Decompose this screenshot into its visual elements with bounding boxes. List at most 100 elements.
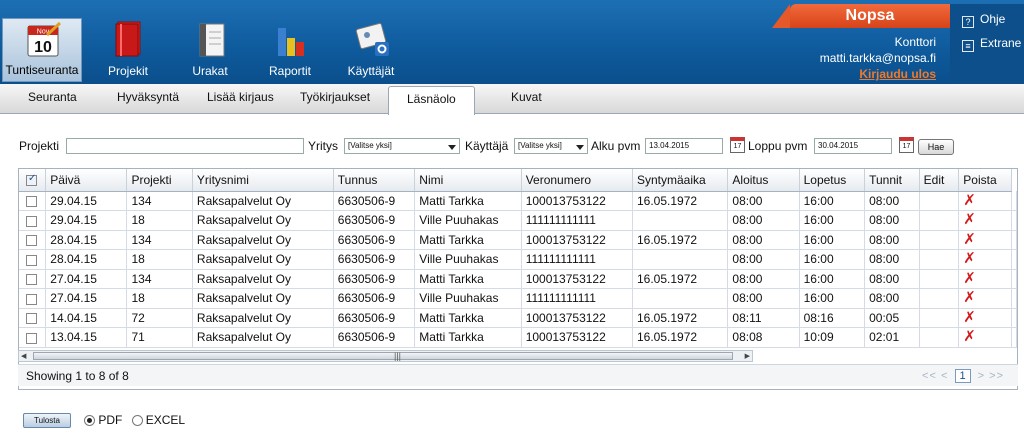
loppu-pvm-input[interactable]: 30.04.2015 <box>814 138 892 154</box>
delete-cell[interactable]: ✗ <box>958 230 1012 250</box>
nav-raportit[interactable]: Raportit <box>250 18 330 82</box>
scroll-left-icon[interactable]: ◀ <box>21 352 26 360</box>
delete-cell[interactable]: ✗ <box>958 249 1012 270</box>
kayttaja-select[interactable]: [Valitse yksi] <box>514 138 588 154</box>
tab-lasnaolo[interactable]: Läsnäolo <box>388 86 475 115</box>
table-row[interactable]: 28.04.15 134 Raksapalvelut Oy 6630506-9 Matt… <box>19 230 1017 250</box>
select-all-header[interactable] <box>19 169 47 192</box>
table-row[interactable]: 28.04.15 18 Raksapalvelut Oy 6630506-9 Ville… <box>19 249 1017 270</box>
table-header-row: Päivä Projekti Yritysnimi Tunnus Nimi Ve… <box>19 169 1017 192</box>
alku-pvm-input[interactable]: 13.04.2015 <box>645 138 723 154</box>
row-select-cell[interactable] <box>19 327 47 348</box>
row-select-cell[interactable] <box>19 288 47 309</box>
column-header[interactable]: Veronumero <box>521 169 633 192</box>
delete-cell[interactable]: ✗ <box>958 327 1012 348</box>
delete-icon[interactable]: ✗ <box>963 211 976 228</box>
edit-cell[interactable] <box>919 249 960 270</box>
delete-cell[interactable]: ✗ <box>958 269 1012 289</box>
table-row[interactable]: 29.04.15 18 Raksapalvelut Oy 6630506-9 Ville… <box>19 210 1017 231</box>
scrollbar-thumb[interactable]: ||| <box>33 351 733 361</box>
column-header[interactable]: Nimi <box>414 169 522 192</box>
delete-icon[interactable]: ✗ <box>963 289 976 306</box>
help-link[interactable]: ? Ohje <box>962 12 1005 28</box>
table-row[interactable]: 27.04.15 18 Raksapalvelut Oy 6630506-9 Ville… <box>19 288 1017 309</box>
nav-tuntiseuranta[interactable]: Nov 10 Tuntiseuranta <box>2 18 82 82</box>
table-row[interactable]: 13.04.15 71 Raksapalvelut Oy 6630506-9 Matti… <box>19 327 1017 348</box>
edit-cell[interactable] <box>919 210 960 231</box>
tab-lisaa-kirjaus[interactable]: Lisää kirjaus <box>207 90 274 104</box>
delete-icon[interactable]: ✗ <box>963 328 976 345</box>
delete-icon[interactable]: ✗ <box>963 309 976 326</box>
last-page-button[interactable]: >> <box>989 370 1004 382</box>
row-checkbox[interactable] <box>26 313 37 325</box>
scroll-right-icon[interactable]: ▶ <box>745 352 750 360</box>
table-row[interactable]: 29.04.15 134 Raksapalvelut Oy 6630506-9 Matt… <box>19 191 1017 211</box>
extranet-link[interactable]: ≡ Extrane <box>962 36 1021 52</box>
first-page-button[interactable]: << <box>922 370 937 382</box>
nav-projekit[interactable]: Projekit <box>88 18 168 82</box>
edit-cell[interactable] <box>919 269 960 289</box>
calendar-picker-icon[interactable]: 17 <box>899 137 914 153</box>
edit-cell[interactable] <box>919 327 960 348</box>
nav-urakat[interactable]: Urakat <box>170 18 250 82</box>
logout-link[interactable]: Kirjaudu ulos <box>820 66 936 82</box>
row-select-cell[interactable] <box>19 230 47 250</box>
print-button[interactable]: Tulosta <box>23 413 71 429</box>
delete-icon[interactable]: ✗ <box>963 231 976 248</box>
row-select-cell[interactable] <box>19 210 47 231</box>
nav-kayttajat[interactable]: Käyttäjät <box>331 18 411 82</box>
calendar-picker-icon[interactable]: 17 <box>730 137 745 153</box>
column-header[interactable]: Projekti <box>126 169 193 192</box>
row-select-cell[interactable] <box>19 191 47 211</box>
delete-icon[interactable]: ✗ <box>963 270 976 287</box>
row-checkbox[interactable] <box>26 235 37 247</box>
table-row[interactable]: 27.04.15 134 Raksapalvelut Oy 6630506-9 Matt… <box>19 269 1017 289</box>
column-header[interactable]: Lopetus <box>799 169 866 192</box>
column-header[interactable]: Edit <box>919 169 960 192</box>
row-checkbox[interactable] <box>26 332 37 344</box>
tab-tyokirjaukset[interactable]: Työkirjaukset <box>300 90 370 104</box>
delete-cell[interactable]: ✗ <box>958 288 1012 309</box>
attendance-table: Päivä Projekti Yritysnimi Tunnus Nimi Ve… <box>19 169 1017 348</box>
pdf-radio[interactable] <box>84 415 96 426</box>
tab-hyvaksynta[interactable]: Hyväksyntä <box>117 90 179 104</box>
edit-cell[interactable] <box>919 308 960 328</box>
delete-icon[interactable]: ✗ <box>963 192 976 209</box>
edit-cell[interactable] <box>919 230 960 250</box>
row-checkbox[interactable] <box>26 254 37 266</box>
projekti-input[interactable] <box>66 138 304 154</box>
column-header[interactable]: Syntymäaika <box>632 169 729 192</box>
pager: Showing 1 to 8 of 8 << < 1 > >> <box>18 364 1018 386</box>
row-checkbox[interactable] <box>26 215 37 227</box>
column-header[interactable]: Poista <box>958 169 1012 192</box>
delete-cell[interactable]: ✗ <box>958 210 1012 231</box>
column-header[interactable]: Aloitus <box>727 169 800 192</box>
column-header[interactable]: Päivä <box>45 169 128 192</box>
row-checkbox[interactable] <box>26 293 37 305</box>
edit-cell[interactable] <box>919 288 960 309</box>
excel-radio[interactable] <box>131 415 143 426</box>
delete-icon[interactable]: ✗ <box>963 250 976 267</box>
row-checkbox[interactable] <box>26 274 37 286</box>
prev-page-button[interactable]: < <box>941 370 948 382</box>
column-header[interactable]: Yritysnimi <box>192 169 334 192</box>
edit-cell[interactable] <box>919 191 960 211</box>
row-select-cell[interactable] <box>19 308 47 328</box>
delete-cell[interactable]: ✗ <box>958 308 1012 328</box>
table-cell: 6630506-9 <box>333 249 416 270</box>
delete-cell[interactable]: ✗ <box>958 191 1012 211</box>
row-checkbox[interactable] <box>26 196 37 208</box>
next-page-button[interactable]: > <box>978 370 985 382</box>
yritys-select[interactable]: [Valitse yksi] <box>344 138 460 154</box>
row-select-cell[interactable] <box>19 249 47 270</box>
row-select-cell[interactable] <box>19 269 47 289</box>
search-button[interactable]: Hae <box>918 139 954 155</box>
horizontal-scrollbar[interactable]: ◀ ||| ▶ <box>18 350 753 362</box>
column-header[interactable]: Tunnit <box>864 169 920 192</box>
tab-kuvat[interactable]: Kuvat <box>511 90 542 104</box>
select-all-checkbox[interactable] <box>26 173 37 187</box>
column-header[interactable]: Tunnus <box>333 169 416 192</box>
tab-seuranta[interactable]: Seuranta <box>28 90 77 104</box>
table-row[interactable]: 14.04.15 72 Raksapalvelut Oy 6630506-9 Matti… <box>19 308 1017 328</box>
current-page[interactable]: 1 <box>955 369 971 383</box>
